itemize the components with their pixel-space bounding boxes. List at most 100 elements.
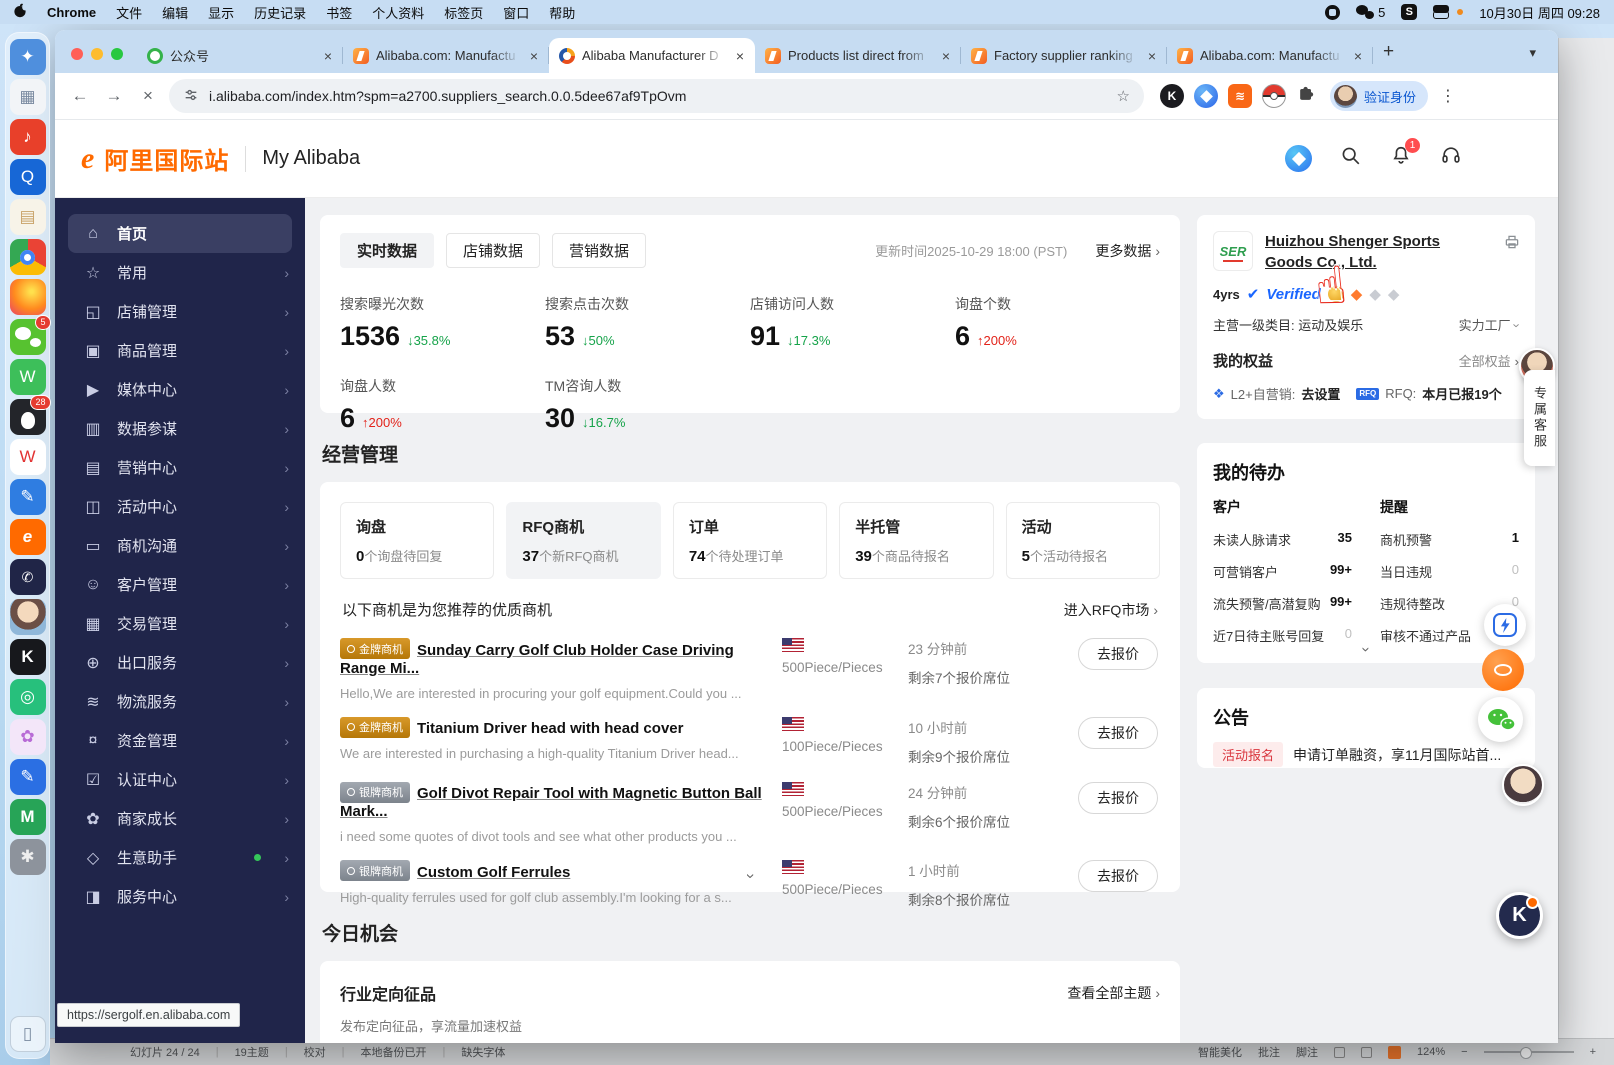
minimize-window-button[interactable]: [91, 48, 103, 60]
extensions-puzzle-icon[interactable]: [1296, 84, 1316, 109]
tab-factory-supplier-ranking[interactable]: Factory supplier ranking ×: [961, 38, 1167, 73]
notifications-bell-icon[interactable]: 1: [1390, 138, 1420, 172]
more-data-link[interactable]: 更多数据: [1095, 241, 1160, 261]
statusbar-font-warning[interactable]: 缺失字体: [461, 1044, 505, 1060]
sidebar-item-activity-center[interactable]: ◫ 活动中心 ›: [55, 487, 305, 526]
menu-view[interactable]: 显示: [208, 3, 234, 22]
printer-icon[interactable]: [1503, 233, 1521, 256]
statusbar-zoom-level[interactable]: 124%: [1417, 1046, 1445, 1058]
dock-avatar-app-icon[interactable]: [9, 599, 46, 635]
dock-notes-app-icon[interactable]: ▤: [9, 199, 46, 235]
s-app-status-icon[interactable]: S: [1401, 4, 1418, 20]
all-rights-link[interactable]: 全部权益: [1459, 351, 1519, 370]
card-rfq-opportunities[interactable]: RFQ商机 37个新RFQ商机: [506, 502, 661, 579]
menu-file[interactable]: 文件: [116, 3, 142, 22]
card-activities[interactable]: 活动 5个活动待报名: [1005, 502, 1161, 579]
statusbar-proofing[interactable]: 校对: [304, 1044, 326, 1060]
sidebar-item-media-center[interactable]: ▶ 媒体中心 ›: [55, 370, 305, 409]
enter-rfq-market-link[interactable]: 进入RFQ市场: [1064, 600, 1158, 620]
dock-dark-app-icon[interactable]: ✆: [9, 559, 46, 595]
dock-qq-icon[interactable]: 28: [9, 395, 51, 435]
sidebar-item-merchant-growth[interactable]: ✿ 商家成长 ›: [55, 799, 305, 838]
maximize-window-button[interactable]: [111, 48, 123, 60]
tab-close-icon[interactable]: ×: [1145, 48, 1159, 64]
zoom-in-icon[interactable]: +: [1590, 1046, 1596, 1058]
dock-green-app-icon[interactable]: ◎: [9, 679, 46, 715]
tab-alibaba-manufacturers-2[interactable]: Alibaba.com: Manufactu ×: [1167, 38, 1373, 73]
zoom-out-icon[interactable]: −: [1461, 1046, 1467, 1058]
dock-pink-app-icon[interactable]: ✿: [9, 719, 46, 755]
card-inquiries[interactable]: 询盘 0个询盘待回复: [340, 502, 495, 579]
membership-diamond-icon[interactable]: [1285, 145, 1312, 172]
sidebar-item-business-communication[interactable]: ▭ 商机沟通 ›: [55, 526, 305, 565]
tab-products-list[interactable]: Products list direct from ×: [755, 38, 961, 73]
new-tab-button[interactable]: +: [1383, 41, 1394, 63]
dock-k-app-icon[interactable]: K: [9, 639, 46, 675]
statusbar-backup[interactable]: 本地备份已开: [361, 1044, 427, 1060]
dock-wechat-icon[interactable]: 5: [9, 315, 51, 355]
quote-button[interactable]: 去报价: [1078, 860, 1158, 892]
view-all-topics-link[interactable]: 查看全部主题: [1067, 983, 1160, 1003]
dock-launchpad-icon[interactable]: ▦: [9, 79, 46, 115]
tab-search-chevron-icon[interactable]: ▾: [1529, 45, 1550, 61]
tab-close-icon[interactable]: ×: [321, 48, 335, 64]
customer-service-headset-icon[interactable]: [1440, 145, 1462, 172]
wechat-status-icon[interactable]: 5: [1356, 5, 1385, 20]
back-button[interactable]: ←: [67, 86, 93, 106]
statusbar-view-icon-1[interactable]: [1333, 1046, 1345, 1058]
sidebar-item-funds-management[interactable]: ¤ 资金管理 ›: [55, 721, 305, 760]
statusbar-footnote[interactable]: 脚注: [1296, 1044, 1318, 1060]
rfq-title-link[interactable]: Titanium Driver head with head cover: [417, 720, 683, 737]
extension-k-icon[interactable]: K: [1160, 84, 1184, 108]
stop-loading-button[interactable]: ×: [135, 86, 161, 106]
sidebar-item-product-management[interactable]: ▣ 商品管理 ›: [55, 331, 305, 370]
sidebar-item-service-center[interactable]: ◨ 服务中心 ›: [55, 877, 305, 916]
statusbar-beautify[interactable]: 智能美化: [1198, 1044, 1242, 1060]
dock-alibaba-supplier-icon[interactable]: e: [9, 519, 46, 555]
rfq-title-link[interactable]: Custom Golf Ferrules: [417, 864, 570, 881]
quote-button[interactable]: 去报价: [1078, 716, 1158, 749]
statusbar-comment[interactable]: 批注: [1258, 1044, 1280, 1060]
expand-chevron-icon[interactable]: ›: [741, 873, 759, 878]
screen-record-icon[interactable]: [1325, 4, 1341, 20]
dock-m-app-icon[interactable]: M: [9, 799, 46, 835]
dock-wecom-icon[interactable]: W: [9, 359, 46, 395]
profile-chip[interactable]: 验证身份: [1330, 81, 1429, 111]
address-bar[interactable]: i.alibaba.com/index.htm?spm=a2700.suppli…: [169, 79, 1144, 113]
company-name-link[interactable]: Huizhou Shenger Sports Goods Co., Ltd.: [1265, 231, 1483, 273]
control-toggles-icon[interactable]: [1433, 5, 1464, 19]
todo-row-opportunity-alert[interactable]: 商机预警 1: [1380, 530, 1519, 549]
alibaba-logo[interactable]: e 阿里国际站: [81, 141, 229, 176]
statusbar-theme[interactable]: 19主题: [235, 1044, 269, 1060]
orders-float-icon[interactable]: [1482, 649, 1524, 691]
dock-firefox-icon[interactable]: [9, 279, 46, 315]
tab-realtime-data[interactable]: 实时数据: [340, 233, 435, 268]
strength-factory-dropdown[interactable]: 实力工厂›: [1459, 315, 1525, 334]
tab-close-icon[interactable]: ×: [733, 48, 747, 64]
menu-bookmarks[interactable]: 书签: [326, 3, 352, 22]
menu-history[interactable]: 历史记录: [254, 3, 306, 22]
todo-row-unread-requests[interactable]: 未读人脉请求 35: [1213, 530, 1352, 549]
dock-chrome-icon[interactable]: [9, 239, 46, 275]
tab-close-icon[interactable]: ×: [527, 48, 541, 64]
todo-row-daily-violation[interactable]: 当日违规 0: [1380, 562, 1519, 581]
notice-text-link[interactable]: 申请订单融资，享11月国际站首...: [1293, 745, 1501, 765]
dedicated-service-tab[interactable]: 专属客服: [1524, 370, 1555, 466]
k-float-button[interactable]: K: [1496, 892, 1543, 939]
card-semi-managed[interactable]: 半托管 39个商品待报名: [839, 502, 994, 579]
sidebar-item-business-assistant[interactable]: ◇ 生意助手 ›: [55, 838, 305, 877]
tab-gongzhonghao[interactable]: 公众号 ×: [137, 38, 343, 73]
statusbar-present-icon[interactable]: [1387, 1045, 1401, 1059]
dock-q-browser-icon[interactable]: Q: [9, 159, 46, 195]
sidebar-item-favorites[interactable]: ☆ 常用 ›: [55, 253, 305, 292]
chrome-menu-icon[interactable]: ⋮: [1436, 86, 1460, 106]
sidebar-item-home[interactable]: ⌂ 首页: [68, 214, 292, 253]
todo-row-pending-reply[interactable]: 近7日待主账号回复 0: [1213, 626, 1352, 645]
sidebar-item-shop-management[interactable]: ◱ 店铺管理 ›: [55, 292, 305, 331]
tab-marketing-data[interactable]: 营销数据: [552, 233, 647, 268]
sidebar-item-marketing-center[interactable]: ▤ 营销中心 ›: [55, 448, 305, 487]
close-window-button[interactable]: [71, 48, 83, 60]
extension-pokeball-icon[interactable]: [1262, 84, 1286, 108]
url-text[interactable]: i.alibaba.com/index.htm?spm=a2700.suppli…: [209, 88, 686, 104]
tab-alibaba-manufacturers-1[interactable]: Alibaba.com: Manufactu ×: [343, 38, 549, 73]
